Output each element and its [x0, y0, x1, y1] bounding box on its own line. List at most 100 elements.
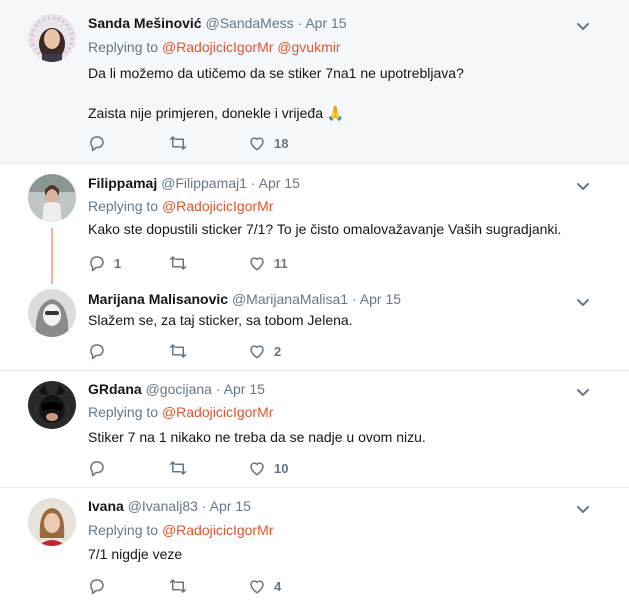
like-count: 4 — [274, 578, 282, 594]
tweet[interactable]: Marijana Malisanovic @MarijanaMalisa1 · … — [0, 281, 629, 370]
tweet[interactable]: Ivana @Ivanalj83 · Apr 15 Replying to @R… — [0, 488, 629, 602]
thread-line — [51, 228, 53, 284]
chevron-down-icon[interactable] — [575, 294, 591, 310]
tweet-text: Stiker 7 na 1 nikako ne treba da se nadj… — [88, 427, 426, 447]
heart-icon — [250, 257, 264, 271]
mention-link[interactable]: @RadojicicIgorMr — [162, 404, 273, 420]
tweet-text-line: Stiker 7 na 1 nikako ne treba da se nadj… — [88, 429, 426, 445]
reply-button[interactable] — [88, 342, 114, 360]
replying-to: Replying to @RadojicicIgorMr — [88, 403, 273, 421]
user-name[interactable]: Ivana — [88, 498, 124, 514]
like-button[interactable]: 2 — [248, 342, 281, 360]
user-handle[interactable]: @Filippamaj1 — [161, 175, 247, 191]
user-name[interactable]: Marijana Malisanovic — [88, 291, 228, 307]
heart-icon — [250, 580, 264, 594]
reply-icon — [90, 136, 104, 152]
like-count: 10 — [274, 460, 289, 476]
like-count: 18 — [274, 135, 289, 151]
avatar[interactable] — [28, 289, 76, 337]
like-button[interactable]: 4 — [248, 577, 281, 595]
chevron-down-icon[interactable] — [575, 178, 591, 194]
chevron-down-icon[interactable] — [575, 18, 591, 34]
heart-icon — [250, 137, 264, 151]
chevron-down-icon[interactable] — [575, 384, 591, 400]
tweet-text-line: Zaista nije primjeren, donekle i vrijeđa… — [88, 105, 345, 121]
tweet-text-line: Slažem se, za taj sticker, sa tobom Jele… — [88, 312, 353, 328]
mention-link[interactable]: @RadojicicIgorMr — [162, 198, 273, 214]
replying-to: Replying to @RadojicicIgorMr — [88, 521, 273, 539]
tweet-header: Marijana Malisanovic @MarijanaMalisa1 · … — [88, 290, 401, 308]
like-button[interactable]: 18 — [248, 134, 288, 152]
like-count: 2 — [274, 343, 282, 359]
like-count: 11 — [274, 255, 288, 271]
replying-label: Replying to — [88, 198, 159, 214]
replying-label: Replying to — [88, 522, 159, 538]
chevron-down-icon[interactable] — [575, 501, 591, 517]
user-handle[interactable]: @SandaMess — [205, 15, 293, 31]
reply-icon — [90, 461, 104, 477]
retweet-button[interactable] — [168, 254, 196, 272]
user-name[interactable]: Sanda Mešinović — [88, 15, 202, 31]
tweet-header: GRdana @gocijana · Apr 15 — [88, 380, 265, 398]
user-name[interactable]: Filippamaj — [88, 175, 157, 191]
tweet-header: Ivana @Ivanalj83 · Apr 15 — [88, 497, 251, 515]
tweet-text: 7/1 nigdje veze — [88, 544, 182, 564]
reply-button[interactable] — [88, 459, 114, 477]
tweet[interactable]: Filippamaj @Filippamaj1 · Apr 15 Replyin… — [0, 164, 629, 281]
reply-icon — [90, 579, 104, 595]
separator-dot: · — [201, 498, 207, 514]
like-button[interactable]: 11 — [248, 254, 288, 272]
tweet-header: Filippamaj @Filippamaj1 · Apr 15 — [88, 174, 300, 192]
retweet-icon — [169, 344, 187, 358]
reply-icon — [90, 344, 104, 360]
retweet-button[interactable] — [168, 459, 196, 477]
tweet-text-line: Da li možemo da utičemo da se stiker 7na… — [88, 65, 464, 81]
avatar[interactable] — [28, 498, 76, 546]
avatar[interactable] — [28, 14, 76, 62]
replying-to: Replying to @RadojicicIgorMr @gvukmir — [88, 38, 341, 56]
separator-dot: · — [352, 291, 357, 307]
timestamp[interactable]: Apr 15 — [305, 15, 346, 31]
timestamp[interactable]: Apr 15 — [210, 498, 251, 514]
reply-button[interactable] — [88, 577, 114, 595]
replying-label: Replying to — [88, 39, 159, 55]
like-button[interactable]: 10 — [248, 459, 288, 477]
avatar[interactable] — [28, 174, 76, 222]
retweet-icon — [169, 579, 187, 593]
retweet-button[interactable] — [168, 134, 196, 152]
user-handle[interactable]: @Ivanalj83 — [128, 498, 198, 514]
tweet-header: Sanda Mešinović @SandaMess · Apr 15 — [88, 14, 347, 32]
retweet-button[interactable] — [168, 342, 196, 360]
user-handle[interactable]: @MarijanaMalisa1 — [232, 291, 348, 307]
tweet-text-line: 7/1 nigdje veze — [88, 546, 183, 562]
reply-button[interactable] — [88, 134, 114, 152]
retweet-icon — [169, 136, 187, 150]
replying-label: Replying to — [88, 404, 159, 420]
replying-to: Replying to @RadojicicIgorMr — [88, 197, 273, 215]
user-name[interactable]: GRdana — [88, 381, 142, 397]
retweet-button[interactable] — [168, 577, 196, 595]
timestamp[interactable]: Apr 15 — [360, 291, 401, 307]
timestamp[interactable]: Apr 15 — [259, 175, 300, 191]
reply-icon — [90, 256, 104, 272]
tweet-text-line — [88, 83, 464, 103]
separator-dot: · — [297, 15, 303, 31]
reply-count: 1 — [114, 255, 122, 271]
tweet-text: Kako ste dopustili sticker 7/1? To je či… — [88, 219, 561, 239]
tweet[interactable]: GRdana @gocijana · Apr 15 Replying to @R… — [0, 371, 629, 487]
mention-link[interactable]: @RadojicicIgorMr — [162, 522, 273, 538]
retweet-icon — [169, 256, 187, 270]
tweet-text: Slažem se, za taj sticker, sa tobom Jele… — [88, 310, 353, 330]
mention-link[interactable]: @RadojicicIgorMr — [162, 39, 273, 55]
timestamp[interactable]: Apr 15 — [224, 381, 265, 397]
user-handle[interactable]: @gocijana — [146, 381, 212, 397]
reply-button[interactable]: 1 — [88, 254, 121, 272]
separator-dot: · — [250, 175, 256, 191]
tweet[interactable]: Sanda Mešinović @SandaMess · Apr 15 Repl… — [0, 0, 629, 163]
avatar[interactable] — [28, 381, 76, 429]
heart-icon — [250, 462, 264, 476]
mention-link[interactable]: @gvukmir — [277, 39, 340, 55]
heart-icon — [250, 345, 264, 359]
retweet-icon — [169, 461, 187, 475]
separator-dot: · — [215, 381, 221, 397]
